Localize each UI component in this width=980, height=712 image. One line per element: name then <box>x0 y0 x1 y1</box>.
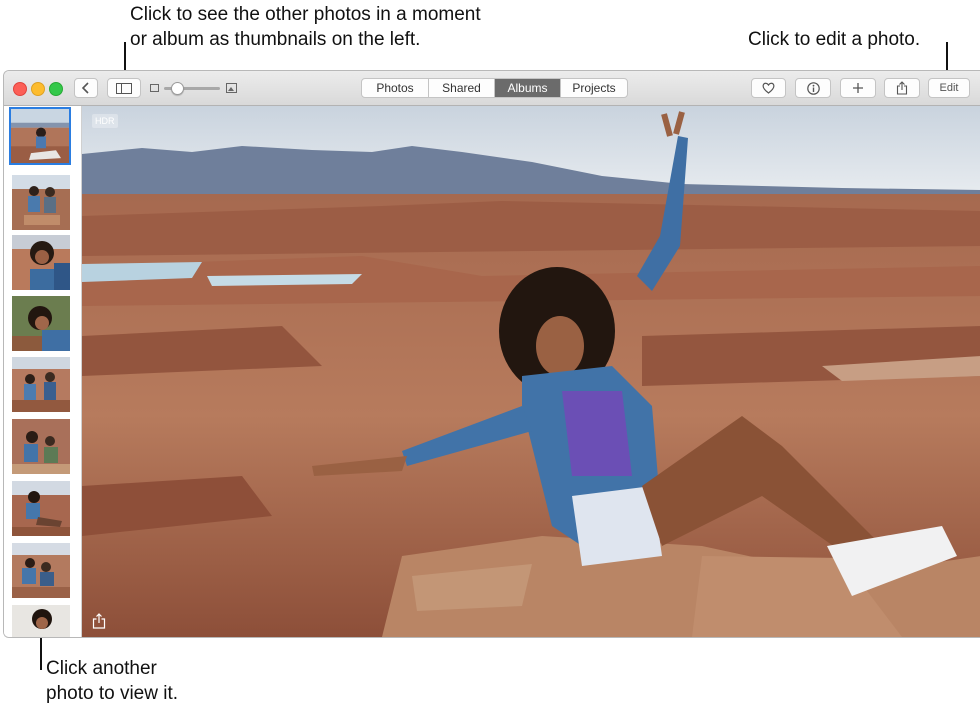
thumbnail-4[interactable] <box>12 296 70 351</box>
thumbnail-8[interactable] <box>12 543 70 598</box>
zoom-slider-knob[interactable] <box>171 82 184 95</box>
callout-another-line2: photo to view it. <box>46 683 179 704</box>
share-icon <box>896 81 908 95</box>
add-button[interactable] <box>840 78 876 98</box>
thumbnail-3[interactable] <box>12 235 70 290</box>
minimize-window-button[interactable] <box>31 82 45 96</box>
sidebar-toggle-button[interactable] <box>107 78 141 98</box>
plus-icon <box>853 83 863 93</box>
thumbnail-sidebar <box>4 106 82 637</box>
hdr-badge: HDR <box>92 114 118 128</box>
back-button[interactable] <box>74 78 98 98</box>
thumbnail-9[interactable] <box>12 605 70 637</box>
small-thumbnail-icon <box>150 84 159 92</box>
tab-photos[interactable]: Photos <box>362 79 429 97</box>
thumbnail-1[interactable] <box>9 107 71 165</box>
callout-another-photo: Click another photo to view it. <box>46 656 178 706</box>
thumbnail-2[interactable] <box>12 175 70 230</box>
share-button[interactable] <box>884 78 920 98</box>
photos-window: Photos Shared Albums Projects Edit HDR <box>3 70 980 638</box>
share-icon[interactable] <box>92 613 106 629</box>
callout-thumbnails-line1: Click to see the other photos in a momen… <box>130 4 481 25</box>
close-window-button[interactable] <box>13 82 27 96</box>
photo-canvas <box>82 106 980 637</box>
callout-edit: Click to edit a photo. <box>748 29 921 50</box>
thumbnail-5[interactable] <box>12 357 70 412</box>
favorite-button[interactable] <box>751 78 786 98</box>
callout-another-line1: Click another <box>46 658 157 679</box>
main-photo[interactable]: HDR <box>82 106 980 637</box>
toolbar: Photos Shared Albums Projects Edit <box>4 71 980 106</box>
tab-projects[interactable]: Projects <box>561 79 627 97</box>
thumbnail-6[interactable] <box>12 419 70 474</box>
edit-button[interactable]: Edit <box>928 78 970 98</box>
tab-shared[interactable]: Shared <box>429 79 495 97</box>
sidebar-toggle-icon <box>116 82 132 94</box>
heart-icon <box>762 82 775 94</box>
view-tabs: Photos Shared Albums Projects <box>361 78 628 98</box>
zoom-window-button[interactable] <box>49 82 63 96</box>
callout-thumbnails: Click to see the other photos in a momen… <box>130 2 481 52</box>
thumbnail-7[interactable] <box>12 481 70 536</box>
info-button[interactable] <box>795 78 831 98</box>
info-icon <box>806 81 820 95</box>
large-photo-icon <box>226 83 237 93</box>
callout-thumbnails-line2: or album as thumbnails on the left. <box>130 29 421 50</box>
tab-albums[interactable]: Albums <box>495 79 561 97</box>
chevron-left-icon <box>81 82 89 94</box>
